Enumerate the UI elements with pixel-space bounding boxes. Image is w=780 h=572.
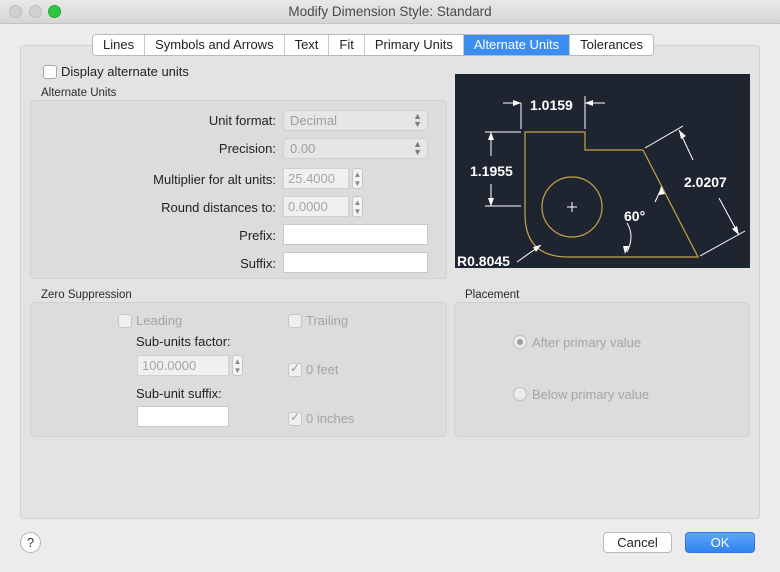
tab-alternate-units[interactable]: Alternate Units: [463, 35, 571, 55]
round-distances-label: Round distances to:: [161, 200, 276, 215]
precision-value: 0.00: [290, 141, 316, 156]
placement-group: [454, 302, 750, 437]
ext-line-diag-top: [644, 125, 684, 149]
tab-text[interactable]: Text: [284, 35, 330, 55]
help-button[interactable]: ?: [20, 532, 41, 553]
unit-format-select[interactable]: Decimal ▲ ▼: [283, 110, 428, 131]
ext-line-diag-bottom: [699, 230, 746, 257]
after-primary-radio[interactable]: [513, 335, 527, 349]
trailing-label: Trailing: [306, 313, 349, 328]
arrow-radius: [533, 245, 541, 252]
sub-units-factor-stepper[interactable]: ▲ ▼: [232, 355, 243, 376]
checkmark-icon: ✓: [290, 410, 301, 424]
multiplier-stepper[interactable]: ▲ ▼: [352, 168, 363, 189]
dialog-window: Modify Dimension Style: Standard Lines S…: [0, 0, 780, 572]
zero-feet-checkbox[interactable]: ✓: [288, 361, 302, 377]
round-distances-stepper[interactable]: ▲ ▼: [352, 196, 363, 217]
select-arrows-icon: ▲ ▼: [413, 139, 422, 157]
tab-bar: Lines Symbols and Arrows Text Fit Primar…: [92, 34, 655, 56]
zero-inches-label: 0 inches: [306, 411, 355, 426]
zero-suppression-section-title: Zero Suppression: [41, 289, 132, 301]
placement-section-title: Placement: [465, 289, 520, 301]
dim-left-text: 1.1955: [470, 163, 513, 179]
sub-units-factor-label: Sub-units factor:: [136, 334, 231, 349]
suffix-label: Suffix:: [240, 256, 276, 271]
below-primary-label: Below primary value: [532, 387, 650, 402]
multiplier-label: Multiplier for alt units:: [153, 172, 276, 187]
after-primary-label: After primary value: [532, 335, 642, 350]
unit-format-label: Unit format:: [208, 113, 276, 128]
multiplier-input[interactable]: 25.4000: [283, 168, 349, 189]
title-bar: Modify Dimension Style: Standard: [0, 0, 780, 24]
display-alternate-units-checkbox[interactable]: [43, 65, 57, 79]
dimension-preview: 1.0159 1.1955 2.0207 60° R0.8045: [455, 74, 750, 269]
dim-diag-text: 2.0207: [684, 174, 727, 190]
sub-units-factor-input[interactable]: 100.0000: [137, 355, 229, 376]
ok-button[interactable]: OK: [685, 532, 755, 553]
arrow-diag-bottom: [732, 226, 739, 235]
prefix-input[interactable]: [283, 224, 428, 245]
radius-text: R0.8045: [457, 253, 510, 268]
unit-format-value: Decimal: [290, 113, 337, 128]
prefix-label: Prefix:: [239, 228, 276, 243]
precision-select[interactable]: 0.00 ▲ ▼: [283, 138, 428, 159]
arrow-top-right: [585, 100, 593, 106]
tab-primary-units[interactable]: Primary Units: [364, 35, 464, 55]
dimension-preview-drawing: 1.0159 1.1955 2.0207 60° R0.8045: [457, 96, 746, 269]
select-arrows-icon: ▲ ▼: [413, 111, 422, 129]
arrow-diag-top: [679, 130, 686, 139]
window-title: Modify Dimension Style: Standard: [288, 4, 492, 19]
trailing-checkbox[interactable]: [288, 314, 302, 328]
leading-checkbox[interactable]: [118, 314, 132, 328]
arrow-top-left: [513, 100, 521, 106]
round-distances-input[interactable]: 0.0000: [283, 196, 349, 217]
alternate-units-section-title: Alternate Units: [41, 87, 117, 99]
suffix-input[interactable]: [283, 252, 428, 273]
part-outline: [524, 131, 699, 258]
tab-symbols-and-arrows[interactable]: Symbols and Arrows: [145, 35, 285, 55]
zero-feet-label: 0 feet: [306, 362, 339, 377]
arrow-left-top: [488, 132, 494, 140]
cancel-button[interactable]: Cancel: [603, 532, 672, 553]
tab-tolerances[interactable]: Tolerances: [570, 35, 654, 55]
sub-unit-suffix-input[interactable]: [137, 406, 229, 427]
tab-lines[interactable]: Lines: [93, 35, 146, 55]
checkmark-icon: ✓: [290, 361, 301, 375]
zero-inches-checkbox[interactable]: ✓: [288, 410, 302, 426]
tab-fit[interactable]: Fit: [329, 35, 365, 55]
dim-top-text: 1.0159: [530, 97, 573, 113]
below-primary-radio[interactable]: [513, 387, 527, 401]
angle-text: 60°: [624, 208, 645, 224]
precision-label: Precision:: [218, 141, 276, 156]
leading-label: Leading: [136, 313, 183, 328]
arrow-left-bottom: [488, 198, 494, 206]
sub-unit-suffix-label: Sub-unit suffix:: [136, 386, 222, 401]
display-alternate-units-label: Display alternate units: [61, 64, 189, 79]
